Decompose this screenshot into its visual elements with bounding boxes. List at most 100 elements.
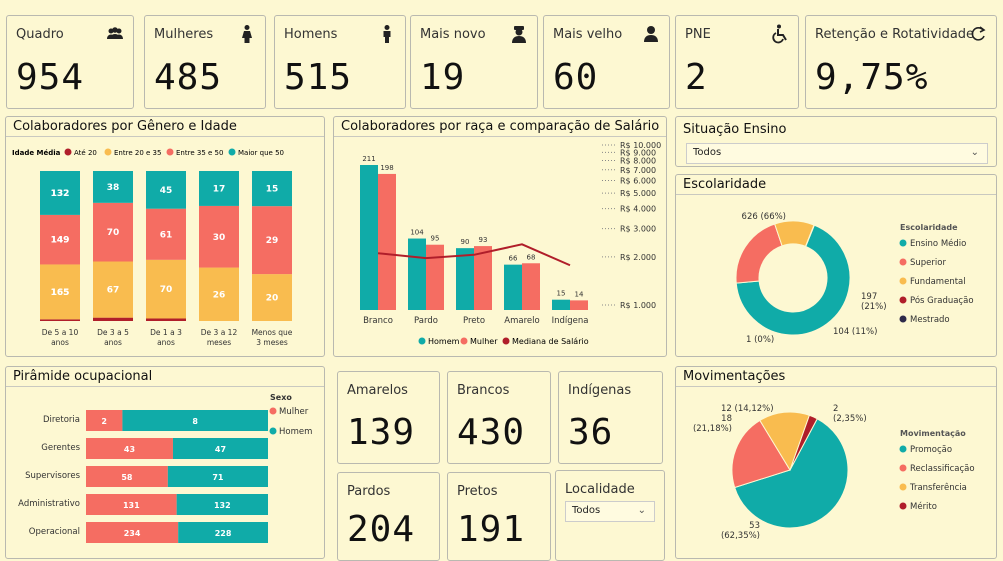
legend-label: Maior que 50 [238,149,284,157]
race-value: 36 [568,412,614,453]
legend-label: Mérito [910,501,937,512]
race-label: Pretos [457,484,498,499]
old-person-icon [644,26,658,42]
race-card-pretos: Pretos 191 [447,472,551,561]
data-label: 626 (66%) [742,212,786,222]
kpi-value: 954 [16,57,85,98]
data-label: 61 [160,230,173,240]
bar-segment [93,317,133,321]
legend-marker [899,315,907,323]
panel-title: Escolaridade [683,177,767,192]
data-label: 234 [124,529,141,538]
situacao-dropdown[interactable]: Todos ⌄ [686,143,988,164]
data-label: (21,18%) [693,424,732,434]
data-label: 68 [527,253,536,261]
bar [552,299,570,310]
x-tick-label: 3 meses [256,338,288,347]
race-value: 139 [347,412,416,453]
bar [474,246,492,310]
y-tick-label: Gerentes [41,443,80,453]
y2-tick-label: R$ 5.000 [620,189,656,198]
localidade-dropdown[interactable]: Todos ⌄ [565,501,655,522]
panel-localidade: Localidade Todos ⌄ [555,470,665,561]
data-label: 58 [121,473,133,482]
panel-title: Situação Ensino [683,122,787,137]
data-label: 198 [380,164,393,172]
data-label: 95 [431,235,440,243]
kpi-label: Quadro [16,27,64,42]
kpi-label: PNE [685,27,711,42]
legend-label: Mulher [470,337,498,346]
race-card-amarelos: Amarelos 139 [337,371,440,464]
legend-marker [899,258,907,266]
y-tick-label: Diretoria [43,415,80,425]
panel-title: Pirâmide ocupacional [13,369,153,384]
legend-marker [899,239,907,247]
data-label: 20 [266,294,279,304]
race-card-brancos: Brancos 430 [447,371,551,464]
x-tick-label: Amarelo [504,316,539,326]
data-label: 104 (11%) [833,327,877,337]
legend-label: Homem [279,427,312,437]
piramide-bar-chart: Diretoria 2 8 Gerentes 43 47 Supervisores 58 71 A… [18,393,312,543]
data-label: 38 [107,183,120,193]
x-tick-label: anos [157,338,175,347]
panel-movimentacoes: Movimentações Movimentação Promoção Reclas… [675,366,997,559]
data-label: 47 [215,445,226,454]
kpi-value: 485 [154,57,223,98]
data-label: 2 [101,417,107,426]
y-tick-label: Supervisores [25,471,80,481]
panel-escolaridade: Escolaridade Escolaridade Ensino Médio Sup… [675,174,997,357]
people-icon [107,27,123,39]
pie-slice [735,223,783,284]
legend-label: Transferência [909,482,967,493]
data-label: 53 [749,521,760,531]
data-label: 26 [213,290,226,300]
data-label: 71 [212,473,224,482]
bar [522,263,540,310]
legend-title: Sexo [270,393,292,402]
legend-label: Homem [428,337,460,346]
kpi-card-quadro: Quadro 954 [6,15,134,109]
legend-marker [502,337,510,345]
legend-label: Promoção [910,445,952,455]
data-label: 45 [160,186,173,196]
dropdown-value: Todos [572,505,601,516]
kpi-label: Mais novo [420,27,486,42]
data-label: 197 [861,292,877,302]
data-label: 1 (0%) [746,335,774,345]
data-label: 66 [509,255,518,263]
data-label: 15 [266,185,279,195]
wheelchair-icon [772,24,787,44]
panel-title: Localidade [565,482,635,497]
data-label: (2,35%) [833,414,867,424]
legend-label: Mulher [279,407,309,417]
race-value: 191 [457,509,526,550]
data-label: 14 [575,290,584,298]
legend-label: Reclassificação [910,464,975,474]
x-tick-label: Branco [363,316,393,326]
legend-title: Escolaridade [900,223,958,232]
legend-marker [899,464,907,472]
kpi-card-pne: PNE 2 [675,15,799,109]
kpi-card-mulheres: Mulheres 485 [144,15,266,109]
bar [570,300,588,310]
race-card-pardos: Pardos 204 [337,472,440,561]
x-tick-label: anos [51,338,69,347]
x-tick-label: De 1 a 3 [150,328,182,337]
legend-label: Mestrado [910,315,950,325]
legend-marker [418,337,426,345]
age-stacked-bar-chart: Idade Média Até 20 Entre 20 e 35 Entre 35 e… [12,148,293,347]
y2-tick-label: R$ 2.000 [620,253,656,262]
x-tick-label: meses [207,338,231,347]
legend-label: Fundamental [910,277,966,287]
data-label: 2 [833,404,838,414]
legend-label: Entre 35 e 50 [176,149,223,157]
refresh-icon [971,26,986,41]
data-label: 149 [51,236,70,246]
panel-title: Colaboradores por raça e comparação de S… [341,119,660,134]
kpi-card-homens: Homens 515 [274,15,406,109]
legend-title: Idade Média [12,149,61,157]
panel-title: Colaboradores por Gênero e Idade [13,119,237,134]
y2-tick-label: R$ 3.000 [620,225,656,234]
